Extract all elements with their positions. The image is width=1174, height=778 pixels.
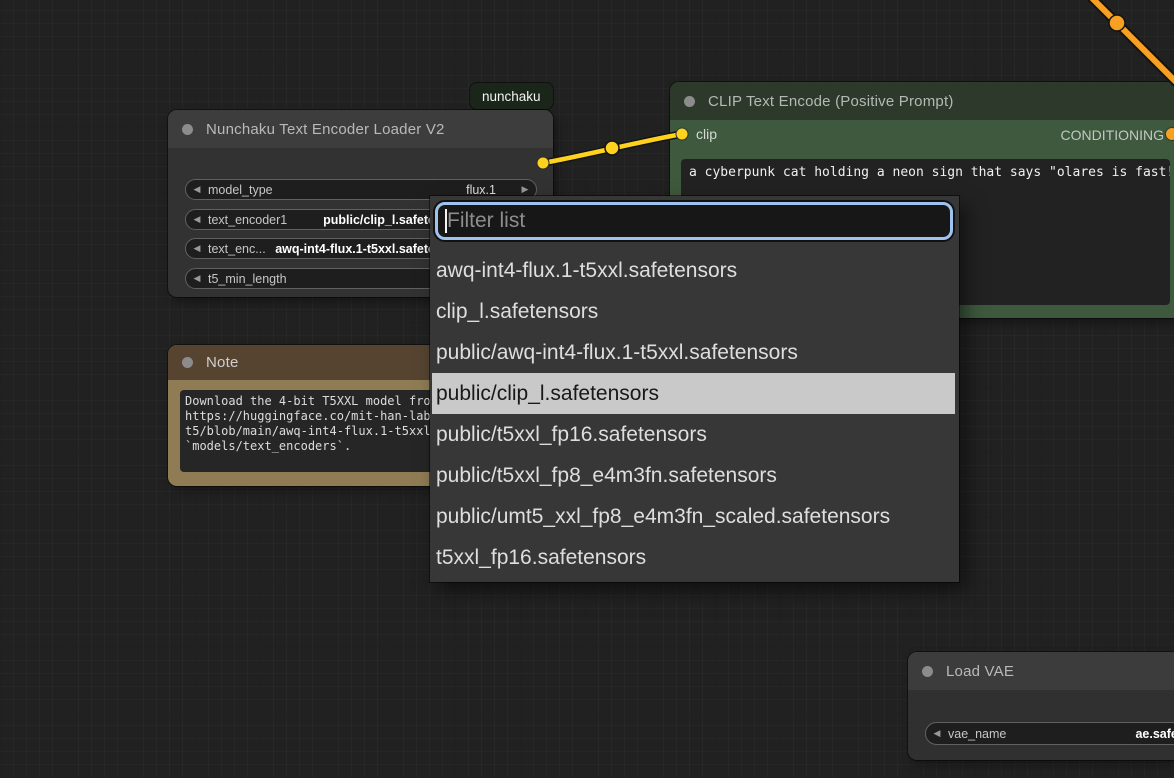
widget-value: ae.safetensors — [1135, 727, 1174, 741]
node-title: CLIP Text Encode (Positive Prompt) — [708, 93, 954, 110]
dropdown-item[interactable]: public/t5xxl_fp8_e4m3fn.safetensors — [430, 455, 959, 496]
badge-label: nunchaku — [482, 89, 541, 104]
filter-input[interactable] — [438, 205, 950, 237]
left-arrow-icon[interactable]: ◀ — [186, 274, 208, 283]
dropdown-item[interactable]: t5xxl_fp16.safetensors — [430, 537, 959, 578]
left-arrow-icon[interactable]: ◀ — [186, 244, 208, 253]
node-title: Load VAE — [946, 663, 1014, 680]
widget-label: vae_name — [948, 727, 1006, 741]
widget-label: text_encoder1 — [208, 213, 287, 227]
dropdown-item[interactable]: clip_l.safetensors — [430, 291, 959, 332]
collapse-dot-icon[interactable] — [182, 357, 193, 368]
dropdown-item-list: awq-int4-flux.1-t5xxl.safetensors clip_l… — [430, 250, 959, 578]
dropdown-item-selected[interactable]: public/clip_l.safetensors — [432, 373, 955, 414]
widget-vae-name[interactable]: ◀ vae_name ae.safetensors — [925, 722, 1174, 745]
widget-label: t5_min_length — [208, 272, 287, 286]
node-load-vae[interactable]: Load VAE ◀ vae_name ae.safetensors — [908, 652, 1174, 760]
filter-box — [435, 202, 953, 240]
dropdown-item[interactable]: public/umt5_xxl_fp8_e4m3fn_scaled.safete… — [430, 496, 959, 537]
dropdown-item[interactable]: public/awq-int4-flux.1-t5xxl.safetensors — [430, 332, 959, 373]
node-note[interactable]: Note Download the 4-bit T5XXL model from… — [168, 345, 458, 486]
left-arrow-icon[interactable]: ◀ — [186, 185, 208, 194]
right-arrow-icon[interactable]: ▶ — [514, 185, 536, 194]
note-textarea[interactable]: Download the 4-bit T5XXL model from http… — [180, 390, 446, 472]
collapse-dot-icon[interactable] — [182, 124, 193, 135]
collapse-dot-icon[interactable] — [684, 96, 695, 107]
widget-label: text_enc... — [208, 242, 266, 256]
node-header[interactable]: Note — [168, 345, 458, 380]
conditioning-output-label: CONDITIONING — [1061, 127, 1164, 143]
node-title: Note — [206, 354, 239, 371]
widget-label: model_type — [208, 183, 273, 197]
text-caret — [445, 209, 447, 233]
left-arrow-icon[interactable]: ◀ — [186, 215, 208, 224]
nunchaku-badge: nunchaku — [470, 83, 553, 109]
clip-input-label: clip — [696, 126, 717, 142]
node-header[interactable]: Load VAE — [908, 652, 1174, 690]
node-header[interactable]: Nunchaku Text Encoder Loader V2 — [168, 110, 553, 148]
combo-dropdown: awq-int4-flux.1-t5xxl.safetensors clip_l… — [430, 196, 959, 582]
dropdown-item[interactable]: awq-int4-flux.1-t5xxl.safetensors — [430, 250, 959, 291]
left-arrow-icon[interactable]: ◀ — [926, 729, 948, 738]
node-header[interactable]: CLIP Text Encode (Positive Prompt) — [670, 82, 1174, 120]
widget-value: flux.1 — [466, 183, 496, 197]
collapse-dot-icon[interactable] — [922, 666, 933, 677]
dropdown-item[interactable]: public/t5xxl_fp16.safetensors — [430, 414, 959, 455]
node-title: Nunchaku Text Encoder Loader V2 — [206, 121, 445, 138]
